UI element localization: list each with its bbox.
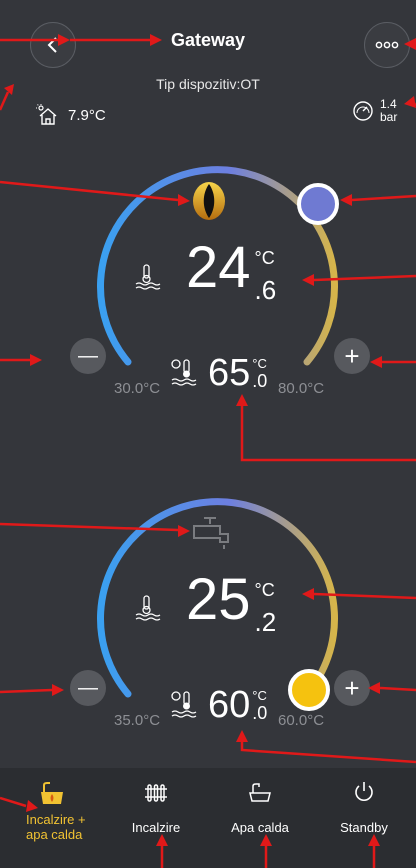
heating-water-icon [41, 782, 63, 804]
tab-label: Incalzire + apa calda [26, 812, 86, 842]
heating-setpoint-dec: .0 [252, 371, 268, 391]
water-thermo-icon-2 [135, 595, 161, 621]
water-max-label: 60.0°C [278, 712, 325, 729]
boiler-thermo-icon [171, 359, 197, 386]
water-current-temp: 25 °C .2 [186, 566, 276, 638]
plus-icon: + [344, 340, 360, 371]
heating-decrease-button[interactable]: — [70, 338, 106, 374]
heating-temp-dec: .6 [254, 275, 277, 305]
tab-hot-water[interactable]: Apa calda [208, 768, 312, 868]
heating-current-temp: 24 °C .6 [186, 234, 276, 306]
heating-min-label: 30.0°C [114, 380, 161, 397]
tab-label: Standby [340, 820, 388, 835]
tap-icon [193, 517, 229, 549]
water-setpoint: 60 °C .0 [208, 684, 267, 727]
water-setpoint-int: 60 [208, 684, 251, 726]
mode-tab-bar: Incalzire + apa calda Incalzire Apa cald… [0, 768, 416, 868]
heating-dial [97, 166, 339, 711]
power-icon [355, 782, 373, 801]
water-thermo-icon [135, 264, 161, 290]
tab-label: Incalzire [131, 820, 181, 835]
minus-icon: — [78, 344, 98, 367]
tab-heating[interactable]: Incalzire [104, 768, 208, 868]
heating-increase-button[interactable]: + [334, 338, 370, 374]
heating-setpoint: 65 °C .0 [208, 352, 267, 395]
water-setpoint-knob[interactable] [288, 669, 330, 711]
minus-icon: — [78, 676, 98, 699]
heating-setpoint-knob[interactable] [297, 183, 339, 225]
water-setpoint-unit: °C [252, 688, 267, 703]
radiator-icon [145, 784, 167, 802]
water-min-label: 35.0°C [114, 712, 161, 729]
heating-setpoint-int: 65 [208, 352, 251, 394]
heating-setpoint-unit: °C [252, 356, 267, 371]
boiler-thermo-icon-2 [171, 691, 197, 718]
water-temp-int: 25 [186, 567, 251, 632]
tab-standby[interactable]: Standby [312, 768, 416, 868]
water-setpoint-dec: .0 [252, 703, 268, 723]
heating-max-label: 80.0°C [278, 380, 325, 397]
water-temp-dec: .2 [254, 607, 277, 637]
heating-temp-unit: °C [254, 248, 275, 268]
water-decrease-button[interactable]: — [70, 670, 106, 706]
water-temp-unit: °C [254, 580, 275, 600]
heating-temp-int: 24 [186, 235, 251, 300]
water-increase-button[interactable]: + [334, 670, 370, 706]
flame-eye-icon [193, 182, 225, 220]
bathtub-icon [249, 783, 271, 802]
plus-icon: + [344, 672, 360, 703]
tab-label: Apa calda [231, 820, 289, 835]
tab-heating-water[interactable]: Incalzire + apa calda [0, 768, 104, 868]
